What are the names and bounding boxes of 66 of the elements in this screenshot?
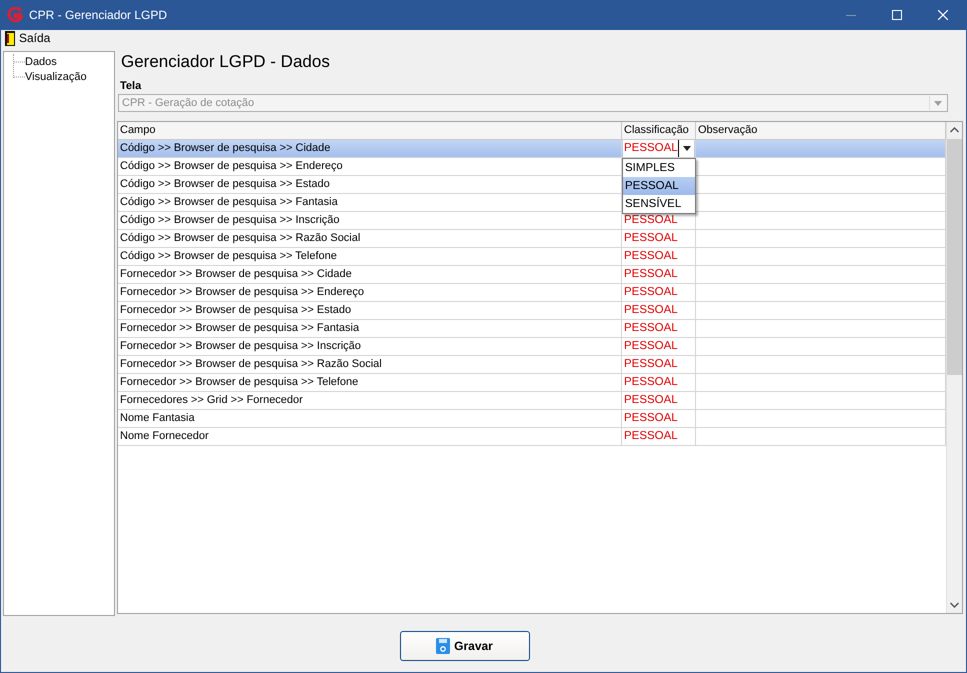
grid-row[interactable]: Nome Fantasia PESSOAL <box>118 410 946 428</box>
grid-row[interactable]: Nome Fornecedor PESSOAL <box>118 428 946 446</box>
table-cell: PESSOAL <box>624 358 678 370</box>
table-cell: PESSOAL <box>624 412 678 424</box>
table-cell: Código >> Browser de pesquisa >> Endereço <box>118 158 622 175</box>
grid-row[interactable]: Código >> Browser de pesquisa >> Telefone PESSOAL <box>118 248 946 266</box>
grid-row[interactable]: Código >> Browser de pesquisa >> Inscrição PESSOAL <box>118 212 946 230</box>
table-cell: Fornecedores >> Grid >> Fornecedor <box>118 392 622 409</box>
grid-row[interactable]: Fornecedor >> Browser de pesquisa >> Inscrição PESSOAL <box>118 338 946 356</box>
table-cell: PESSOAL <box>624 286 678 298</box>
grid-row[interactable]: Código >> Browser de pesquisa >> Razão Social PESSOAL <box>118 230 946 248</box>
close-icon <box>938 10 948 20</box>
table-cell: PESSOAL <box>624 214 678 226</box>
table-cell: Código >> Browser de pesquisa >> Razão Social <box>118 230 622 247</box>
table-cell: PESSOAL <box>624 304 678 316</box>
table-cell: PESSOAL <box>624 322 678 334</box>
scroll-thumb[interactable] <box>947 139 962 375</box>
column-header[interactable]: Classificação <box>622 122 696 139</box>
dropdown-option[interactable]: SENSÍVEL <box>623 195 695 213</box>
table-cell: Fornecedor >> Browser de pesquisa >> Telefone <box>118 374 622 391</box>
table-cell: Fornecedor >> Browser de pesquisa >> Endereço <box>118 284 622 301</box>
table-cell: PESSOAL <box>624 340 678 352</box>
table-cell: PESSOAL <box>624 394 678 406</box>
column-header[interactable]: Campo <box>118 122 622 139</box>
table-cell: Fornecedor >> Browser de pesquisa >> Cidade <box>118 266 622 283</box>
table-cell: PESSOAL <box>624 430 678 442</box>
table-cell: Nome Fornecedor <box>118 428 622 445</box>
app-logo-icon <box>7 7 23 23</box>
scrollbar[interactable] <box>946 122 962 613</box>
scroll-up-icon <box>950 127 959 133</box>
field-label: Tela <box>119 79 142 94</box>
table-cell: Código >> Browser de pesquisa >> Telefone <box>118 248 622 265</box>
table-cell: Código >> Browser de pesquisa >> Cidade <box>118 140 622 157</box>
table-cell: PESSOAL <box>624 376 678 388</box>
save-button[interactable]: Gravar <box>400 630 530 660</box>
grid-row[interactable]: Fornecedor >> Browser de pesquisa >> Telefone PESSOAL <box>118 374 946 392</box>
table-cell: PESSOAL <box>624 250 678 262</box>
table-cell: Nome Fantasia <box>118 410 622 427</box>
maximize-icon <box>892 10 902 20</box>
table-cell: Fornecedor >> Browser de pesquisa >> Inscrição <box>118 338 622 355</box>
door-icon <box>5 30 15 46</box>
grid-row[interactable]: Fornecedor >> Browser de pesquisa >> Fantasia PESSOAL <box>118 320 946 338</box>
menu-item[interactable]: Saída <box>5 30 50 46</box>
tree-item[interactable]: Visualização <box>25 70 87 82</box>
scroll-down-icon <box>950 602 959 608</box>
table-cell: Código >> Browser de pesquisa >> Estado <box>118 176 622 193</box>
table-cell: PESSOAL <box>624 268 678 280</box>
table-cell: PESSOAL <box>624 232 678 244</box>
window-title: CPR - Gerenciador LGPD <box>29 8 168 22</box>
page-heading: Gerenciador LGPD - Dados <box>120 51 331 73</box>
table-cell: Fornecedor >> Browser de pesquisa >> Estado <box>118 302 622 319</box>
caret-icon <box>683 146 692 151</box>
table-cell: Código >> Browser de pesquisa >> Fantasia <box>118 194 622 211</box>
grid-row[interactable]: Fornecedor >> Browser de pesquisa >> Endereço PESSOAL <box>118 284 946 302</box>
tree-item[interactable]: Dados <box>25 56 57 68</box>
table-cell: Fornecedor >> Browser de pesquisa >> Fantasia <box>118 320 622 337</box>
grid-row[interactable]: Fornecedor >> Browser de pesquisa >> Estado PESSOAL <box>118 302 946 320</box>
classification-dropdown[interactable]: PESSOAL <box>623 140 694 157</box>
table-cell: Código >> Browser de pesquisa >> Inscrição <box>118 212 622 229</box>
grid-row[interactable]: Fornecedores >> Grid >> Fornecedor PESSOAL <box>118 392 946 410</box>
caret-icon <box>934 100 942 106</box>
grid-row[interactable]: Fornecedor >> Browser de pesquisa >> Razão Social PESSOAL <box>118 356 946 374</box>
table-cell: Fornecedor >> Browser de pesquisa >> Razão Social <box>118 356 622 373</box>
grid-row[interactable]: Fornecedor >> Browser de pesquisa >> Cidade PESSOAL <box>118 266 946 284</box>
dropdown-option[interactable]: PESSOAL <box>623 177 695 195</box>
dropdown-option[interactable]: SIMPLES <box>623 159 695 177</box>
